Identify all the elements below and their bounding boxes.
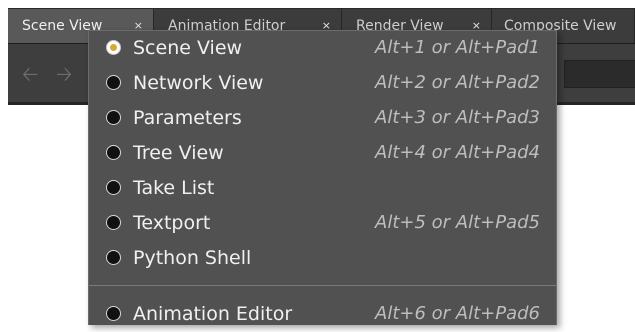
menu-item-take-list[interactable]: Take List (89, 171, 556, 206)
menu-item-label: Textport (133, 212, 211, 234)
menu-item-scene-view[interactable]: Scene View Alt+1 or Alt+Pad1 (89, 31, 556, 66)
menu-item-parameters[interactable]: Parameters Alt+3 or Alt+Pad3 (89, 101, 556, 136)
radio-icon (106, 250, 121, 265)
pane-type-menu: Scene View Alt+1 or Alt+Pad1 Network Vie… (88, 30, 557, 325)
menu-separator (89, 285, 556, 286)
menu-item-network-view[interactable]: Network View Alt+2 or Alt+Pad2 (89, 66, 556, 101)
menu-item-textport[interactable]: Textport Alt+5 or Alt+Pad5 (89, 206, 556, 241)
arrow-left-icon[interactable]: 🡠 (22, 60, 38, 94)
menu-item-label: Parameters (133, 107, 242, 129)
menu-item-label: Tree View (133, 142, 224, 164)
menu-item-shortcut: Alt+4 or Alt+Pad4 (375, 142, 540, 163)
menu-item-shortcut: Alt+1 or Alt+Pad1 (375, 37, 540, 58)
menu-item-python-shell[interactable]: Python Shell (89, 241, 556, 276)
menu-item-tree-view[interactable]: Tree View Alt+4 or Alt+Pad4 (89, 136, 556, 171)
radio-icon (106, 145, 121, 160)
menu-item-label: Animation Editor (133, 303, 293, 325)
radio-icon (106, 180, 121, 195)
radio-icon (106, 110, 121, 125)
menu-item-shortcut: Alt+5 or Alt+Pad5 (375, 212, 540, 233)
radio-selected-icon (106, 40, 121, 55)
menu-item-shortcut: Alt+3 or Alt+Pad3 (375, 107, 540, 128)
path-field[interactable] (564, 60, 635, 88)
menu-item-label: Network View (133, 72, 264, 94)
menu-item-label: Python Shell (133, 247, 252, 269)
menu-item-shortcut: Alt+2 or Alt+Pad2 (375, 72, 540, 93)
radio-icon (106, 306, 121, 321)
arrow-right-icon[interactable]: 🡢 (56, 60, 72, 94)
menu-item-shortcut: Alt+6 or Alt+Pad6 (375, 303, 540, 324)
menu-item-label: Take List (133, 177, 215, 199)
radio-icon (106, 75, 121, 90)
menu-item-animation-editor[interactable]: Animation Editor Alt+6 or Alt+Pad6 (89, 297, 556, 332)
radio-icon (106, 215, 121, 230)
menu-item-label: Scene View (133, 37, 243, 59)
